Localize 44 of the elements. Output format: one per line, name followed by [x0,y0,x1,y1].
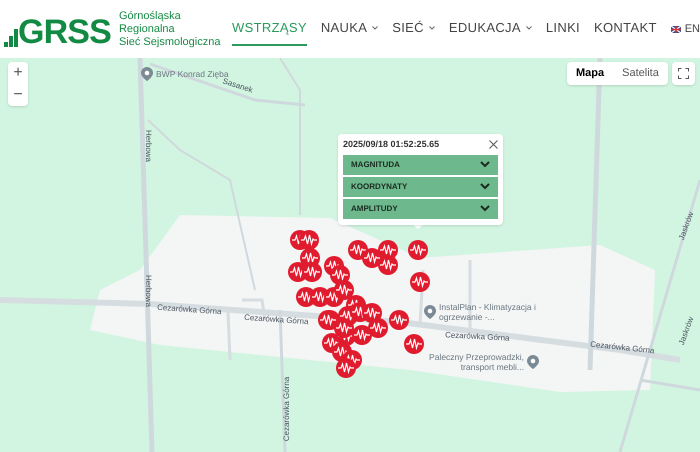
accordion-header[interactable]: MAGNITUDA [343,154,498,174]
language-link[interactable]: EN [670,20,700,38]
flag-icon [670,26,681,32]
logo-wordmark: GRSS [18,14,111,48]
street-label: Cezarówka Górna [590,338,655,358]
place-label[interactable]: InstalPlan - Klimatyzacja i ogrzewanie -... [439,302,543,322]
logo-tagline: Sieć Sejsmologiczna [118,36,220,48]
close-icon[interactable] [489,140,498,150]
caret-icon [428,26,435,30]
street-label: Cezarówka Górna [156,302,222,318]
signal-bars-icon [4,28,18,46]
map-type-tab[interactable]: Satelita [613,62,668,85]
accordion-header[interactable]: AMPLITUDY [343,198,498,218]
nav-link[interactable]: NAUKA [320,12,378,46]
logo-tagline: Regionalna [118,22,176,36]
zoom-out-button[interactable]: − [8,84,28,106]
street-label: Cezarówka Górna [281,376,292,442]
nav-link[interactable]: WSTRZĄSY [232,12,307,46]
street-label: Herbowa [143,130,154,162]
chevron-down-icon [480,161,490,168]
chevron-down-icon [480,183,490,190]
map-type-tab[interactable]: Mapa [567,62,614,85]
map-pin-icon [527,355,539,369]
zoom-in-button[interactable]: + [8,62,28,84]
chevron-down-icon [480,205,490,212]
street-label: Cezarówka Górna [244,312,309,328]
place-label[interactable]: BWP Konrad Zięba [156,69,229,79]
earthquake-markers-drawing[interactable] [288,230,430,378]
map-pin-icon [141,67,153,81]
caret-icon [372,26,378,30]
event-time: 2025/09/18 01:52:25.65 [343,138,440,151]
place-label[interactable]: Paleczny Przeprowadzki, transport mebli... [420,352,524,372]
fullscreen-icon [678,68,689,79]
accordion-header[interactable]: KOORDYNATY [343,176,498,196]
fullscreen-button[interactable] [672,62,695,85]
street-label: Cezarówka Górna [444,329,510,345]
logo-tagline: Górnośląska [118,10,182,22]
nav-link[interactable]: SIEĆ [392,12,435,46]
nav-link[interactable]: EDUKACJA [448,12,532,46]
nav-link[interactable]: KONTAKT [594,12,657,46]
caret-icon [526,26,532,30]
street-label: Herbowa [143,275,154,307]
nav-link[interactable]: LINKI [546,12,580,46]
map-pin-icon [424,305,436,319]
